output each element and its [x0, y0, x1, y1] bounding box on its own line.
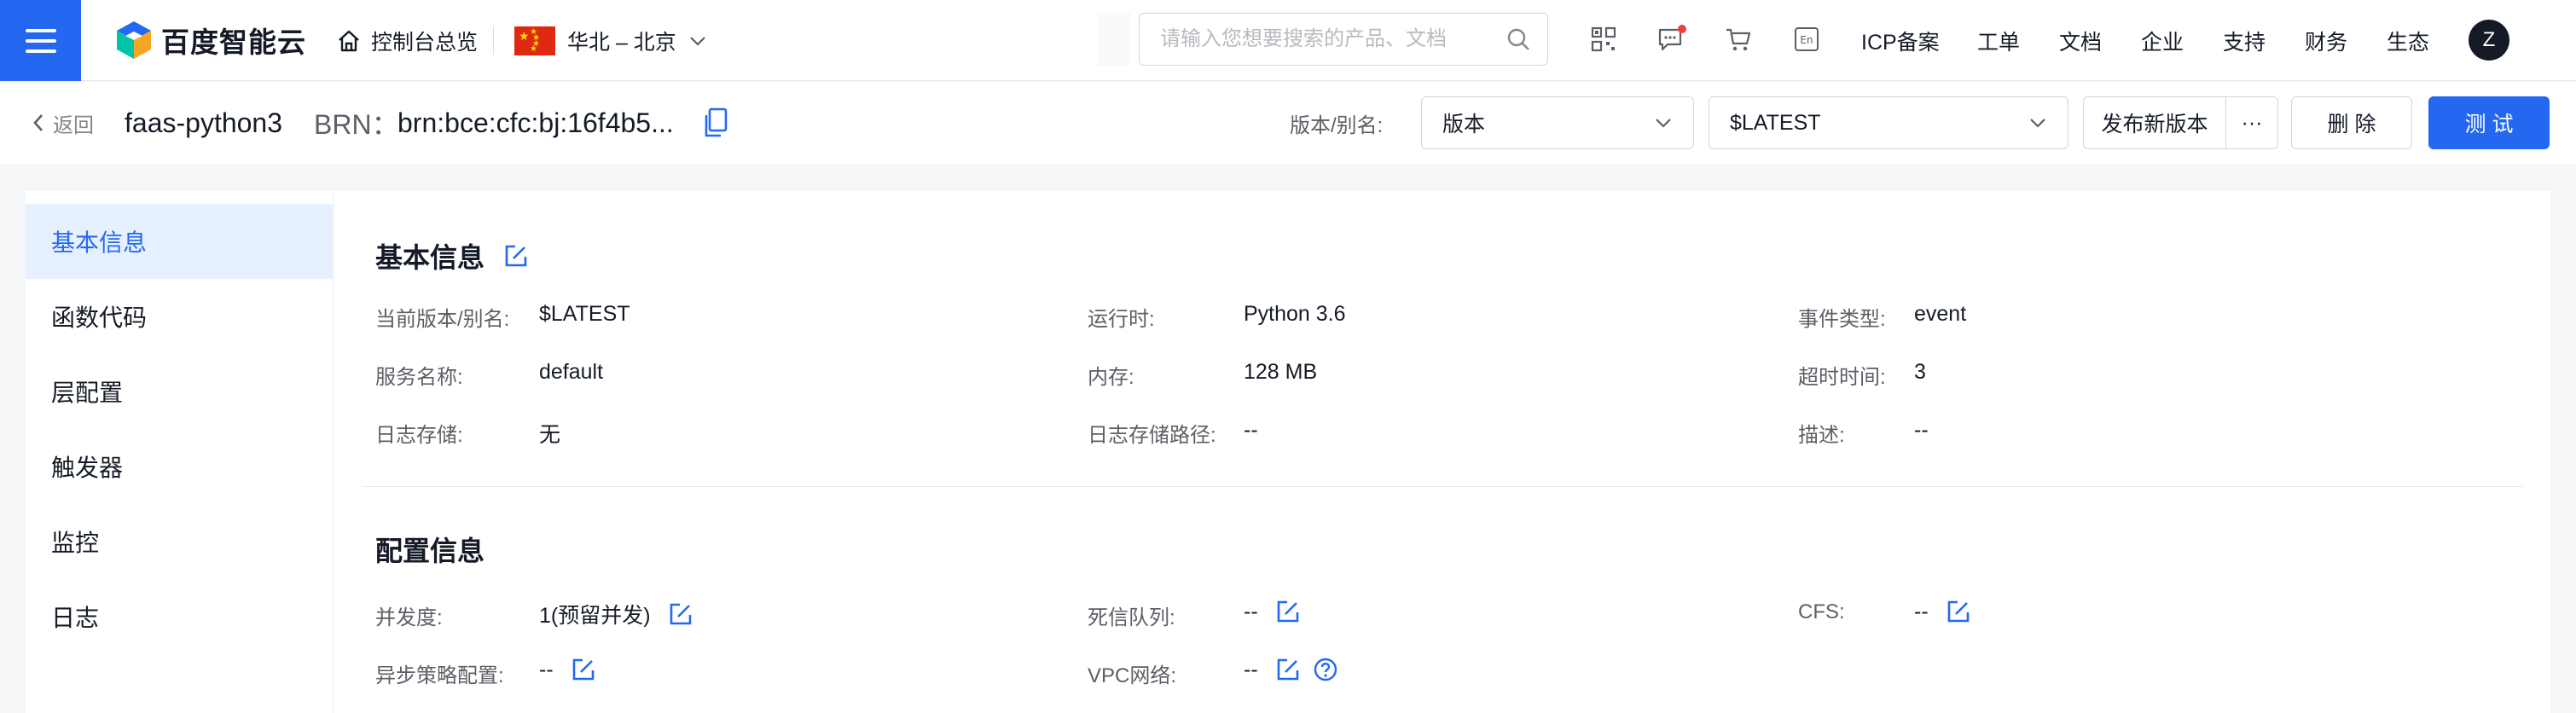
hamburger-icon [25, 28, 56, 32]
back-link[interactable]: 返回 [31, 82, 94, 164]
field-label: 当前版本/别名: [375, 308, 510, 331]
region-label: 华北 – 北京 [567, 30, 676, 55]
chevron-down-icon [690, 36, 705, 46]
field-label: 内存: [1088, 366, 1134, 389]
field-value: 128 MB [1244, 360, 1318, 384]
nav-link-support[interactable]: 支持 [2223, 0, 2266, 81]
version-alias-label: 版本/别名: [1290, 113, 1384, 137]
nav-link-icp[interactable]: ICP备案 [1861, 0, 1940, 81]
chevron-down-icon [2030, 119, 2045, 128]
version-type-value: 版本 [1442, 113, 1486, 136]
version-type-select[interactable]: 版本 [1421, 96, 1694, 149]
publish-version-button[interactable]: 发布新版本 [2083, 96, 2226, 149]
svg-text:En: En [1800, 34, 1813, 46]
cloud-logo-icon [117, 21, 151, 59]
console-overview-label: 控制台总览 [371, 30, 479, 55]
message-icon[interactable] [1655, 22, 1689, 56]
main-content: 基本信息 当前版本/别名: $LATEST 运行时: Python 3.6 事件… [334, 191, 2550, 713]
field-value: Python 3.6 [1244, 302, 1346, 326]
field-label: 服务名称: [375, 366, 463, 389]
top-navbar: 百度智能云 控制台总览 ★ ★ ★ ★ ★ 华北 – 北京 请输入您想要搜索的产… [0, 0, 2576, 81]
search-icon[interactable] [1506, 27, 1530, 51]
sidebar-item-layer-config[interactable]: 层配置 [26, 354, 333, 429]
brand-logo[interactable]: 百度智能云 [115, 19, 306, 61]
console-overview-link[interactable]: 控制台总览 [337, 0, 478, 81]
config-info-section-title: 配置信息 [375, 536, 485, 566]
back-label: 返回 [53, 113, 94, 137]
field-value: event [1914, 302, 1967, 326]
china-flag-icon: ★ ★ ★ ★ ★ [514, 26, 555, 55]
field-value: -- [1244, 418, 1258, 442]
field-label: 日志存储路径: [1088, 424, 1216, 447]
user-avatar[interactable]: Z [2469, 20, 2509, 61]
search-prefix [1097, 13, 1131, 66]
home-icon [339, 30, 359, 51]
version-value-select[interactable]: $LATEST [1709, 96, 2068, 149]
version-value: $LATEST [1730, 110, 1821, 135]
field-label: 运行时: [1088, 308, 1155, 331]
concurrency-value: 1(预留并发) [539, 599, 693, 629]
nav-divider [493, 26, 494, 55]
sidebar-item-logs[interactable]: 日志 [26, 579, 333, 654]
sidebar-item-triggers[interactable]: 触发器 [26, 429, 333, 504]
field-value: 无 [539, 423, 561, 447]
nav-link-ticket[interactable]: 工单 [1977, 0, 2020, 81]
edit-icon[interactable] [571, 657, 596, 682]
edit-icon[interactable] [668, 601, 693, 627]
nav-link-ecosystem[interactable]: 生态 [2387, 0, 2429, 81]
field-label: VPC网络: [1088, 664, 1177, 687]
field-label: 死信队列: [1088, 606, 1175, 629]
edit-icon[interactable] [503, 243, 529, 269]
edit-icon[interactable] [1275, 657, 1301, 682]
field-label: 事件类型: [1798, 308, 1886, 331]
edit-icon[interactable] [1275, 599, 1301, 624]
vpc-network-value: -- [1244, 657, 1338, 682]
sidebar-item-function-code[interactable]: 函数代码 [26, 279, 333, 354]
help-icon[interactable] [1313, 657, 1338, 682]
field-label: 描述: [1798, 424, 1845, 447]
qr-code-icon[interactable] [1587, 22, 1621, 56]
field-value: 3 [1914, 360, 1926, 384]
nav-link-docs[interactable]: 文档 [2059, 0, 2102, 81]
function-header: 返回 faas-python3 BRN： brn:bce:cfc:bj:16f4… [0, 82, 2576, 164]
copy-icon[interactable] [703, 107, 728, 138]
field-value: default [539, 360, 604, 384]
edit-icon[interactable] [1946, 599, 1971, 624]
menu-toggle-button[interactable] [0, 0, 81, 81]
cfs-value: -- [1914, 599, 1971, 624]
function-name: faas-python3 [125, 107, 283, 138]
language-icon[interactable]: En [1790, 22, 1824, 56]
chevron-left-icon [33, 114, 43, 131]
nav-link-finance[interactable]: 财务 [2305, 0, 2347, 81]
dead-letter-value: -- [1244, 599, 1301, 624]
nav-link-enterprise[interactable]: 企业 [2141, 0, 2184, 81]
chevron-down-icon [1656, 119, 1671, 128]
field-label: 异步策略配置: [375, 664, 504, 687]
basic-info-section-title: 基本信息 [375, 237, 529, 275]
search-input[interactable] [1160, 27, 1506, 51]
global-search[interactable] [1139, 13, 1548, 66]
sidebar-item-monitoring[interactable]: 监控 [26, 504, 333, 579]
section-divider [362, 486, 2523, 487]
test-button[interactable]: 测 试 [2428, 96, 2550, 149]
field-value: $LATEST [539, 302, 630, 326]
region-selector[interactable]: ★ ★ ★ ★ ★ 华北 – 北京 [514, 0, 707, 81]
field-label: CFS: [1798, 600, 1845, 623]
field-label: 并发度: [375, 606, 443, 629]
field-value: -- [1914, 418, 1929, 442]
async-policy-value: -- [539, 657, 596, 682]
logo-text: 百度智能云 [161, 26, 306, 58]
field-label: 日志存储: [375, 424, 463, 447]
delete-button[interactable]: 删 除 [2291, 96, 2412, 149]
brn-label: BRN： [314, 109, 399, 140]
sidebar-item-basic-info[interactable]: 基本信息 [26, 204, 333, 279]
function-sidebar: 基本信息 函数代码 层配置 触发器 监控 日志 [26, 191, 333, 713]
field-label: 超时时间: [1798, 366, 1886, 389]
cart-icon[interactable] [1721, 22, 1755, 56]
more-actions-button[interactable]: ··· [2225, 96, 2278, 149]
brn-value: brn:bce:cfc:bj:16f4b5... [397, 107, 674, 138]
